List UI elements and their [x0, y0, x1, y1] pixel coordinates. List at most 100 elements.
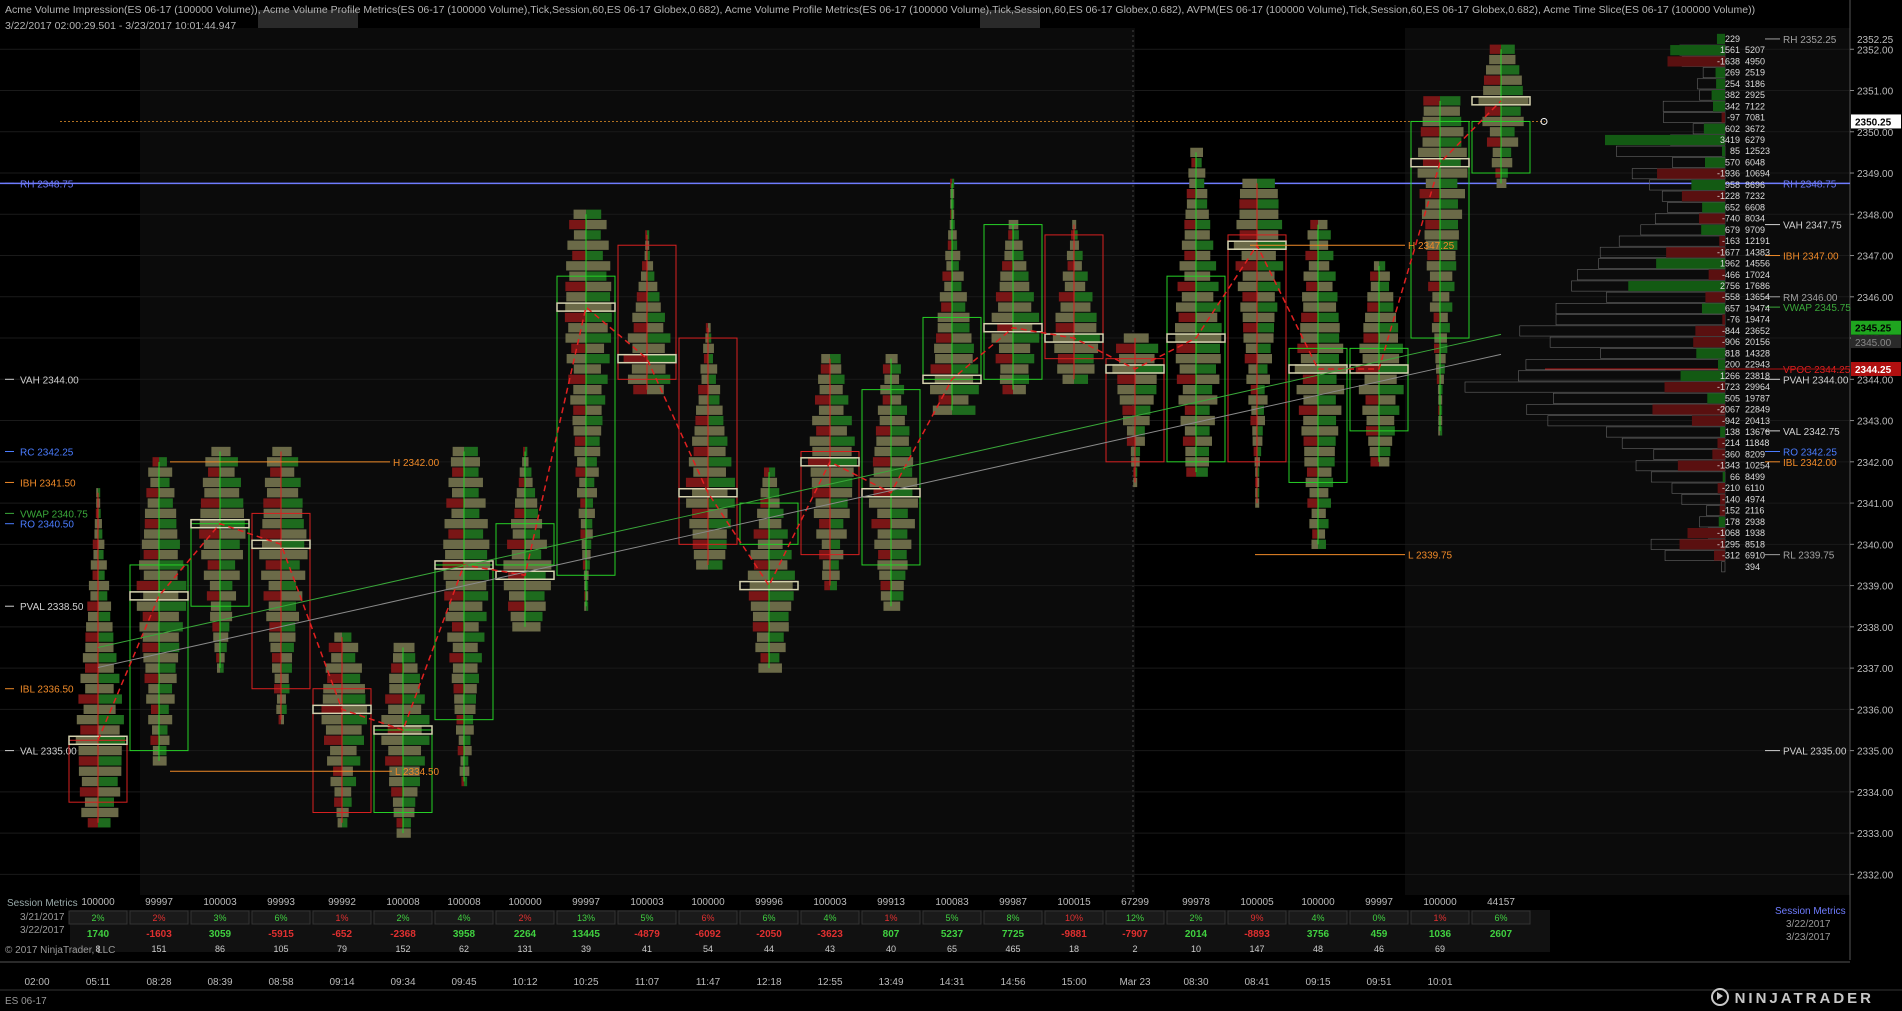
time-axis-label: 08:28 [146, 977, 171, 988]
profile-row-bid [1246, 374, 1257, 384]
profile-row-bid [452, 642, 464, 653]
volume-bar [1349, 261, 1409, 467]
profile-row-ask [952, 333, 972, 343]
time-axis-label: 09:14 [329, 977, 354, 988]
profile-row-ask [281, 477, 301, 488]
profile-row-bid [932, 405, 952, 415]
date-range: 3/22/2017 02:00:29.501 - 3/23/2017 10:01… [5, 20, 237, 32]
profile-ladder-delta: 178 [1725, 517, 1740, 527]
profile-row-ask [1135, 415, 1150, 426]
profile-row-ask [281, 488, 299, 498]
profile-row-bid [763, 467, 769, 477]
profile-ladder-delta: 1266 [1720, 371, 1740, 381]
profile-row-bid [328, 642, 342, 653]
metrics-count: 54 [703, 944, 713, 954]
profile-row-ask [1440, 106, 1460, 116]
profile-row-ask [1013, 240, 1023, 250]
profile-row-ask [342, 673, 361, 684]
profile-row-bid [152, 457, 159, 467]
profile-ladder-delta: 342 [1725, 101, 1740, 111]
profile-ladder-delta-bar [1701, 224, 1725, 235]
profile-row-ask [708, 364, 718, 374]
profile-row-ask [586, 364, 601, 374]
profile-row-bid [821, 354, 830, 364]
profile-row-ask [1074, 323, 1097, 333]
profile-row-bid [207, 560, 220, 570]
profile-row-ask [464, 632, 485, 642]
profile-row-ask [464, 704, 476, 715]
price-tick-label: 2337.00 [1857, 664, 1894, 675]
metrics-delta: 7725 [1002, 929, 1025, 940]
profile-row-bid [260, 529, 281, 539]
profile-row-bid [1306, 281, 1318, 292]
profile-row-bid [1489, 127, 1501, 137]
profile-ladder-delta: -466 [1722, 270, 1740, 280]
profile-row-bid [1175, 354, 1196, 364]
profile-row-bid [1062, 271, 1074, 281]
profile-row-ask [1013, 312, 1040, 323]
metrics-pct: 4% [1311, 913, 1324, 923]
profile-row-bid [631, 364, 647, 374]
profile-row-bid [809, 436, 830, 446]
profile-row-ask [342, 663, 362, 673]
profile-ladder-volume: 6048 [1745, 157, 1765, 167]
profile-row-bid [1062, 374, 1074, 384]
profile-row-bid [1181, 292, 1196, 302]
profile-row-bid [632, 312, 647, 323]
profile-row-bid [86, 622, 98, 632]
profile-row-ask [1257, 323, 1275, 333]
profile-row-ask [891, 354, 898, 364]
metrics-count: 48 [1313, 944, 1323, 954]
profile-row-bid [454, 694, 464, 704]
profile-row-bid [1367, 292, 1379, 302]
profile-row-bid [276, 704, 281, 715]
profile-ladder-volume: 13654 [1745, 292, 1770, 302]
profile-ladder-volume: 23652 [1745, 326, 1770, 336]
profile-row-ask [464, 498, 486, 508]
profile-row-ask [1196, 343, 1220, 354]
profile-row-bid [1117, 374, 1135, 384]
profile-row-bid [391, 787, 403, 797]
profile-row-bid [1130, 446, 1135, 457]
profile-ladder-delta-bar [1716, 78, 1725, 89]
profile-row-ask [342, 642, 359, 653]
profile-row-ask [98, 591, 108, 601]
profile-row-bid [877, 529, 891, 539]
profile-row-bid [1483, 85, 1501, 96]
profile-row-bid [757, 508, 769, 519]
profile-row-ask [1379, 457, 1390, 467]
profile-row-bid [212, 622, 220, 632]
profile-row-bid [1119, 395, 1135, 405]
profile-row-ask [1318, 508, 1326, 519]
profile-row-bid [1489, 54, 1501, 65]
profile-row-bid [995, 292, 1013, 302]
profile-ladder-delta-bar [1716, 33, 1725, 45]
profile-row-bid [1433, 312, 1440, 323]
metrics-pct: 12% [1126, 913, 1144, 923]
time-axis-label: 11:47 [696, 977, 721, 988]
profile-row-ask [1440, 292, 1450, 302]
profile-row-bid [514, 508, 525, 519]
price-chart[interactable]: 2352.00 2351.00 2350.00 2349.00 2348.00 2347.… [0, 0, 1902, 1011]
profile-row-bid [636, 292, 647, 302]
profile-row-ask [769, 632, 784, 642]
profile-row-bid [1179, 261, 1196, 271]
instrument-tab[interactable]: ES 06-17 [5, 996, 47, 1007]
profile-row-ask [464, 735, 471, 745]
profile-row-bid [1429, 302, 1440, 312]
bar-volume-label: 100000 [81, 897, 115, 908]
profile-row-bid [81, 807, 98, 818]
profile-row-ask [1074, 240, 1079, 250]
profile-row-ask [1440, 178, 1458, 188]
profile-row-bid [885, 354, 891, 364]
metrics-delta: 3059 [209, 929, 232, 940]
profile-row-ask [98, 560, 107, 570]
profile-row-bid [388, 704, 403, 715]
metrics-count: 65 [947, 944, 957, 954]
profile-row-bid [447, 632, 464, 642]
profile-row-bid [85, 642, 98, 653]
profile-row-bid [444, 519, 464, 529]
profile-row-bid [1301, 312, 1318, 323]
profile-row-ask [769, 477, 778, 488]
profile-row-ask [1440, 374, 1444, 384]
